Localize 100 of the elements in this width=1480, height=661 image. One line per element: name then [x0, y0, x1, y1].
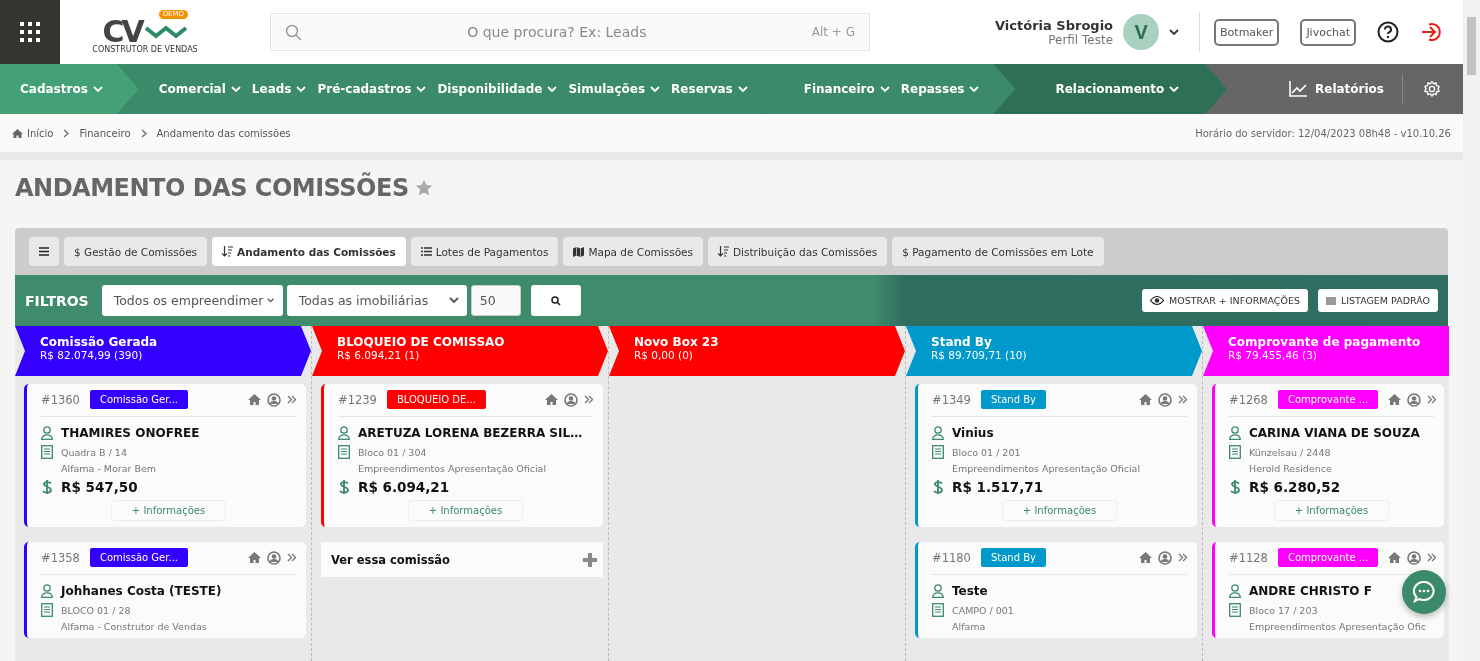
- nav-menu-item[interactable]: Financeiro: [803, 82, 890, 96]
- view-commission-bar[interactable]: Ver essa comissão: [321, 542, 603, 577]
- eye-icon: [1150, 296, 1164, 305]
- amount-text: R$ 547,50: [61, 479, 138, 495]
- reports-link[interactable]: Relatórios: [1271, 74, 1403, 104]
- tab[interactable]: Lotes de Pagamentos: [410, 237, 559, 266]
- search-icon: [285, 23, 302, 41]
- development-select[interactable]: Todos os empreendimer: [101, 285, 283, 316]
- commission-card[interactable]: #1180 Stand By Teste CAMPO / 001 Alfama: [915, 542, 1197, 638]
- building-icon: [41, 445, 53, 459]
- commission-card[interactable]: #1360 Comissão Ger... THAMIRES ONOFREE Quadra B / 14 Alfama - Morar Bem R$ 547,50 + Informações: [24, 384, 306, 527]
- project-text: Herold Residence: [1249, 463, 1333, 474]
- chat-integration-button[interactable]: Jivochat: [1300, 18, 1356, 46]
- person-icon: [932, 584, 944, 598]
- show-more-button[interactable]: MOSTRAR + INFORMAÇÕES: [1142, 289, 1308, 312]
- user-circle-icon[interactable]: [267, 550, 281, 565]
- commission-card[interactable]: #1349 Stand By Vinius Bloco 01 / 201 Empreendimentos Apresentação Oficial R$ 1.517,71 + Informações: [915, 384, 1197, 527]
- project-text: Alfama: [952, 621, 987, 632]
- search-field[interactable]: O que procura? Ex: Leads Alt + G: [270, 13, 870, 51]
- chevron-down-icon: [296, 85, 307, 93]
- search-icon: [550, 295, 561, 306]
- nav-menu-item[interactable]: Repasses: [900, 82, 980, 96]
- line-chart-icon: [1289, 81, 1307, 97]
- status-badge: Comprovante ...: [1277, 548, 1379, 567]
- column-title: Novo Box 23: [634, 335, 720, 349]
- grid-icon: [19, 21, 41, 43]
- filters-label: FILTROS: [25, 292, 89, 309]
- client-name: Vinius: [952, 426, 994, 440]
- nav-menu-item[interactable]: Leads: [251, 82, 307, 96]
- building-icon: [1229, 603, 1241, 617]
- wave-icon: [143, 24, 188, 40]
- column-title: Comprovante de pagamento: [1228, 335, 1422, 349]
- column-summary: R$ 82.074,99 (390): [40, 349, 144, 361]
- nav-menu-item[interactable]: Disponibilidade: [437, 82, 558, 96]
- column-summary: R$ 89.709,71 (10): [931, 349, 1028, 361]
- status-badge: Comissão Ger...: [89, 390, 188, 409]
- project-text: Alfama - Construtor de Vendas: [61, 621, 208, 632]
- logout-button[interactable]: [1420, 21, 1442, 43]
- commission-card[interactable]: #1358 Comissão Ger... Johhanes Costa (TESTE) BLOCO 01 / 28 Alfama - Construtor de Vendas: [24, 542, 306, 638]
- double-chevron-icon[interactable]: [1178, 553, 1187, 562]
- search-placeholder: O que procura? Ex: Leads: [466, 24, 648, 40]
- breadcrumb-link[interactable]: Financeiro: [79, 127, 131, 139]
- double-chevron-icon[interactable]: [1178, 395, 1187, 404]
- more-info-button[interactable]: + Informações: [110, 500, 227, 521]
- double-chevron-icon[interactable]: [287, 553, 296, 562]
- home-icon[interactable]: [248, 394, 261, 405]
- nav-menu-item[interactable]: Reservas: [671, 82, 748, 96]
- more-info-button[interactable]: + Informações: [1001, 500, 1118, 521]
- chevron-down-icon: [1169, 85, 1180, 93]
- tab[interactable]: $ Pagamento de Comissões em Lote: [892, 237, 1104, 266]
- home-icon[interactable]: [248, 552, 261, 563]
- person-icon: [932, 426, 944, 440]
- chevron-down-icon: [1169, 28, 1180, 36]
- user-menu-toggle[interactable]: [1169, 28, 1180, 36]
- chevron-down-icon: [547, 85, 558, 93]
- chevron-down-icon: [737, 85, 748, 93]
- more-info-button[interactable]: + Informações: [407, 500, 524, 521]
- unit-text: Bloco 17 / 203: [1249, 604, 1318, 616]
- dollar-icon: [1229, 479, 1241, 495]
- person-icon: [338, 426, 350, 440]
- user-circle-icon[interactable]: [1158, 392, 1172, 407]
- nav-menu-item[interactable]: Pré-cadastros: [317, 82, 427, 96]
- chevron-right-icon: [63, 128, 70, 138]
- user-avatar[interactable]: V: [1123, 14, 1160, 50]
- home-icon[interactable]: [1139, 552, 1152, 563]
- breadcrumb-link[interactable]: Início: [12, 127, 54, 139]
- double-chevron-icon[interactable]: [584, 395, 593, 404]
- chat-integration-button[interactable]: Botmaker: [1214, 18, 1280, 46]
- server-time: Horário do servidor: 12/04/2023 08h48 - v10.10.26: [1195, 127, 1451, 139]
- tab[interactable]: Andamento das Comissões: [212, 237, 406, 266]
- person-icon: [41, 584, 53, 598]
- column-title: Comissão Gerada: [40, 335, 159, 349]
- column-summary: R$ 0,00 (0): [634, 349, 694, 361]
- default-list-button[interactable]: LISTAGEM PADRÃO: [1317, 289, 1438, 312]
- user-circle-icon[interactable]: [267, 392, 281, 407]
- user-circle-icon[interactable]: [1158, 550, 1172, 565]
- tab[interactable]: Mapa de Comissões: [563, 237, 704, 266]
- tab[interactable]: $ Gestão de Comissões: [64, 237, 208, 266]
- nav-menu-item[interactable]: Comercial: [158, 82, 241, 96]
- card-id: #1239: [338, 392, 377, 407]
- chat-icon: [1412, 580, 1436, 604]
- star-icon[interactable]: [414, 179, 433, 197]
- menu-tab[interactable]: [29, 237, 59, 266]
- agency-select[interactable]: Todas as imobiliárias: [286, 285, 467, 316]
- help-button[interactable]: [1377, 21, 1399, 43]
- limit-field[interactable]: 50: [470, 285, 521, 316]
- amount-text: R$ 6.280,52: [1249, 479, 1341, 495]
- home-icon[interactable]: [545, 394, 558, 405]
- chevron-down-icon: [92, 85, 103, 93]
- scrollbar[interactable]: [1463, 0, 1480, 661]
- home-icon[interactable]: [1139, 394, 1152, 405]
- tab[interactable]: Distribuição das Comissões: [708, 237, 888, 266]
- double-chevron-icon[interactable]: [287, 395, 296, 404]
- nav-menu-item[interactable]: Simulações: [568, 82, 661, 96]
- sort-icon: [718, 246, 730, 257]
- user-circle-icon[interactable]: [564, 392, 578, 407]
- apps-menu-button[interactable]: [0, 0, 60, 64]
- commission-card[interactable]: #1239 BLOQUEIO DE... ARETUZA LORENA BEZERRA SIL… Bloco 01 / 304 Empreendimentos Apresentação Oficial R$ 6.094,21 + Informações: [321, 384, 603, 527]
- nav-menu-item[interactable]: Relacionamento: [1055, 82, 1180, 96]
- search-button[interactable]: [530, 285, 581, 316]
